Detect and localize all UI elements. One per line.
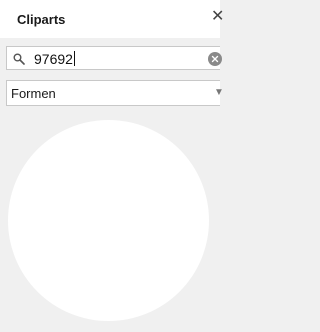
clipart-result-circle[interactable] bbox=[8, 120, 209, 321]
search-icon bbox=[13, 52, 25, 65]
category-dropdown[interactable]: Formen ▼ bbox=[6, 80, 224, 106]
category-selected: Formen bbox=[11, 86, 56, 101]
chevron-down-icon: ▼ bbox=[214, 87, 224, 98]
panel-title: Cliparts bbox=[17, 12, 66, 27]
cliparts-panel: Cliparts ✕ 97692 Formen ▼ bbox=[0, 0, 224, 332]
search-input[interactable]: 97692 bbox=[6, 46, 222, 70]
search-value[interactable]: 97692 bbox=[34, 51, 75, 67]
clear-icon[interactable] bbox=[208, 52, 222, 66]
panel-header: Cliparts ✕ bbox=[0, 0, 224, 38]
text-caret bbox=[73, 51, 75, 66]
close-icon[interactable]: ✕ bbox=[211, 9, 224, 25]
